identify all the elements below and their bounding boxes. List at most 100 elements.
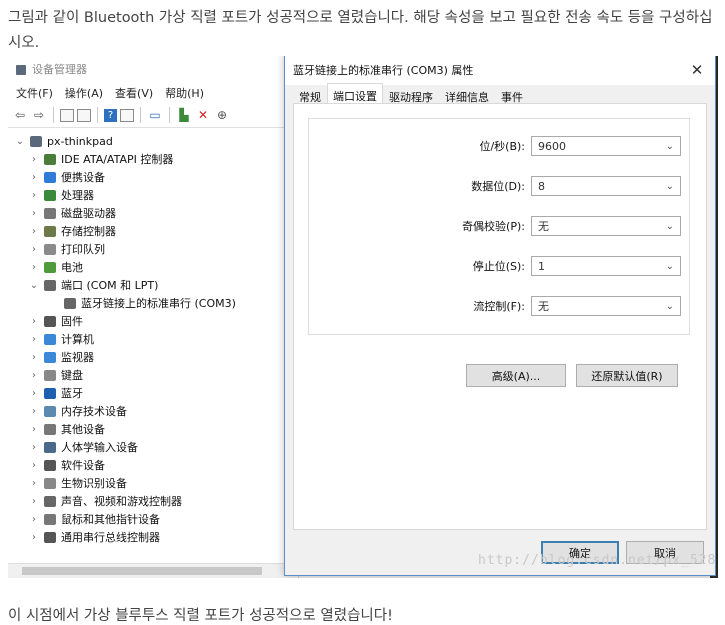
restore-defaults-button[interactable]: 还原默认值(R) [576, 364, 678, 387]
close-icon[interactable]: ✕ [687, 61, 707, 79]
sound-icon [44, 495, 56, 507]
menu-file[interactable]: 文件(F) [16, 85, 53, 101]
tree-item[interactable]: › 磁盘驱动器 [8, 204, 298, 222]
tree-item[interactable]: › 鼠标和其他指针设备 [8, 510, 298, 528]
tree-item[interactable]: › 软件设备 [8, 456, 298, 474]
tree-item[interactable]: › 其他设备 [8, 420, 298, 438]
chevron-right-icon[interactable]: › [28, 226, 40, 237]
chevron-right-icon[interactable]: › [28, 316, 40, 327]
chevron-right-icon[interactable]: › [28, 388, 40, 399]
chevron-right-icon[interactable]: › [28, 514, 40, 525]
chevron-right-icon[interactable]: › [28, 262, 40, 273]
toolbar: ⇦ ⇨ ? ▭ ▙ ✕ ⊕ [8, 103, 298, 128]
chevron-right-icon[interactable]: › [28, 154, 40, 165]
chevron-down-icon[interactable]: ⌄ [28, 280, 40, 291]
dialog-title: 蓝牙链接上的标准串行 (COM3) 属性 [293, 64, 474, 77]
stop-bits-select[interactable]: 1 ⌄ [531, 256, 681, 276]
scrollbar-thumb[interactable] [22, 567, 262, 575]
menu-view[interactable]: 查看(V) [115, 85, 153, 101]
data-bits-value: 8 [538, 179, 545, 193]
tree-item[interactable]: › 存储控制器 [8, 222, 298, 240]
advanced-button[interactable]: 高级(A)... [466, 364, 566, 387]
data-bits-select[interactable]: 8 ⌄ [531, 176, 681, 196]
tree-item[interactable]: › 人体学输入设备 [8, 438, 298, 456]
chevron-right-icon[interactable]: › [28, 496, 40, 507]
port-settings-panel: 位/秒(B): 9600 ⌄ 数据位(D): 8 ⌄ 奇偶校验(P): 无 ⌄ … [293, 103, 707, 530]
tree-item[interactable]: › 计算机 [8, 330, 298, 348]
chevron-right-icon[interactable]: › [28, 478, 40, 489]
uninstall-icon[interactable]: ✕ [195, 107, 211, 123]
biometric-icon [44, 477, 56, 489]
chevron-right-icon[interactable]: › [28, 334, 40, 345]
tree-item-label: 蓝牙链接上的标准串行 (COM3) [81, 297, 236, 310]
disk-drive-icon [44, 207, 56, 219]
chevron-down-icon: ⌄ [665, 260, 674, 272]
tree-item[interactable]: › 固件 [8, 312, 298, 330]
tree-item[interactable]: › 生物识别设备 [8, 474, 298, 492]
parity-select[interactable]: 无 ⌄ [531, 216, 681, 236]
properties-icon[interactable] [60, 108, 74, 122]
flow-control-select[interactable]: 无 ⌄ [531, 296, 681, 316]
tree-item[interactable]: › 通用串行总线控制器 [8, 528, 298, 546]
chevron-right-icon[interactable]: › [28, 352, 40, 363]
tree-items: › IDE ATA/ATAPI 控制器 › 便携设备 › 处理器 › 磁盘驱动器 › 存储控制器 ›… [8, 150, 298, 546]
tree-item-label: 键盘 [61, 369, 83, 382]
memory-device-icon [44, 405, 56, 417]
tree-item-label: 通用串行总线控制器 [61, 531, 160, 544]
chevron-right-icon[interactable]: › [28, 406, 40, 417]
tree-item-label: 蓝牙 [61, 387, 83, 400]
tree-item[interactable]: ⌄ 端口 (COM 和 LPT) [8, 276, 298, 294]
tree-item[interactable]: › 声音、视频和游戏控制器 [8, 492, 298, 510]
disable-device-icon[interactable]: ⊕ [214, 107, 230, 123]
port-settings-group: 位/秒(B): 9600 ⌄ 数据位(D): 8 ⌄ 奇偶校验(P): 无 ⌄ … [308, 118, 690, 335]
bits-per-second-select[interactable]: 9600 ⌄ [531, 136, 681, 156]
tree-item-label: 监视器 [61, 351, 94, 364]
tree-item[interactable]: › 蓝牙 [8, 384, 298, 402]
dialog-titlebar: 蓝牙链接上的标准串行 (COM3) 属性 ✕ [285, 56, 715, 85]
view-icon[interactable] [120, 108, 134, 122]
tree-item[interactable]: › 打印队列 [8, 240, 298, 258]
chevron-right-icon[interactable]: › [28, 442, 40, 453]
tree-item-label: 人体学输入设备 [61, 441, 138, 454]
tree-item[interactable]: › 电池 [8, 258, 298, 276]
tree-item-label: 固件 [61, 315, 83, 328]
help-icon[interactable]: ? [104, 108, 117, 122]
update-driver-icon[interactable] [77, 108, 91, 122]
chevron-down-icon: ⌄ [665, 300, 674, 312]
tree-item-label: IDE ATA/ATAPI 控制器 [61, 153, 174, 166]
menu-action[interactable]: 操作(A) [65, 85, 103, 101]
tree-item[interactable]: › 内存技术设备 [8, 402, 298, 420]
serial-port-icon [64, 297, 76, 309]
back-arrow-icon[interactable]: ⇦ [12, 107, 28, 123]
computer-root-icon [30, 135, 42, 147]
forward-arrow-icon[interactable]: ⇨ [31, 107, 47, 123]
parity-label: 奇偶校验(P): [462, 220, 525, 233]
chevron-right-icon[interactable]: › [28, 172, 40, 183]
horizontal-scrollbar[interactable] [8, 563, 298, 578]
chevron-right-icon[interactable]: › [28, 244, 40, 255]
tree-item-com3[interactable]: 蓝牙链接上的标准串行 (COM3) [8, 294, 298, 312]
flow-control-row: 流控制(F): 无 ⌄ [309, 295, 689, 317]
parity-row: 奇偶校验(P): 无 ⌄ [309, 215, 689, 237]
chevron-down-icon: ⌄ [665, 180, 674, 192]
tree-item-label: 磁盘驱动器 [61, 207, 116, 220]
add-driver-icon[interactable]: ▙ [176, 107, 192, 123]
chevron-down-icon[interactable]: ⌄ [14, 136, 26, 147]
tree-item[interactable]: › IDE ATA/ATAPI 控制器 [8, 150, 298, 168]
tree-item[interactable]: › 键盘 [8, 366, 298, 384]
menu-help[interactable]: 帮助(H) [165, 85, 204, 101]
tree-item[interactable]: › 处理器 [8, 186, 298, 204]
tree-item[interactable]: › 监视器 [8, 348, 298, 366]
stop-bits-label: 停止位(S): [472, 260, 525, 273]
tree-item[interactable]: › 便携设备 [8, 168, 298, 186]
chevron-right-icon[interactable]: › [28, 208, 40, 219]
monitor-scan-icon[interactable]: ▭ [147, 107, 163, 123]
chevron-right-icon[interactable]: › [28, 532, 40, 543]
firmware-icon [44, 315, 56, 327]
chevron-right-icon[interactable]: › [28, 460, 40, 471]
chevron-right-icon[interactable]: › [28, 424, 40, 435]
tree-item-label: 端口 (COM 和 LPT) [61, 279, 159, 292]
tree-root[interactable]: ⌄ px-thinkpad [8, 132, 298, 150]
chevron-right-icon[interactable]: › [28, 190, 40, 201]
chevron-right-icon[interactable]: › [28, 370, 40, 381]
